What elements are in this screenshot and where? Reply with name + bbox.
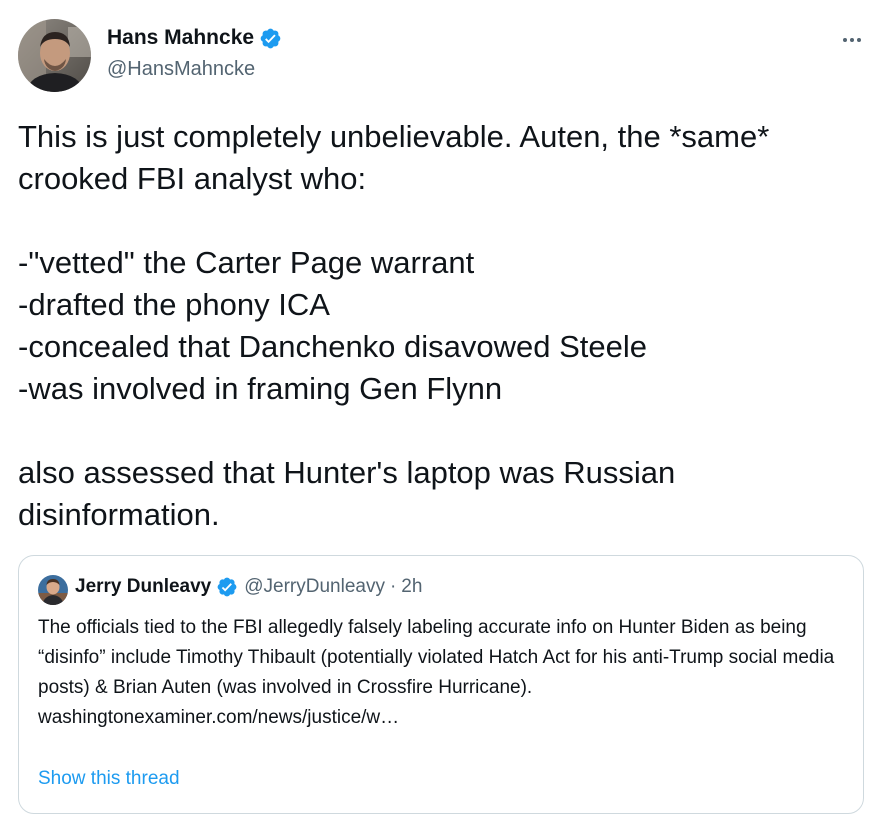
quoted-author-name[interactable]: Jerry Dunleavy (75, 576, 211, 598)
author-name-row[interactable]: Hans Mahncke (107, 26, 282, 50)
quoted-tweet-text: The officials tied to the FBI allegedly … (38, 617, 835, 698)
quoted-tweet-timestamp[interactable]: 2h (401, 576, 422, 598)
quoted-tweet-header: Jerry Dunleavy @JerryDunleavy · 2h (75, 576, 422, 598)
header-separator: · (389, 576, 397, 597)
avatar-photo-icon (18, 19, 91, 92)
more-horizontal-icon (843, 38, 847, 42)
author-name[interactable]: Hans Mahncke (107, 26, 254, 50)
verified-badge-icon (259, 27, 282, 50)
author-handle[interactable]: @HansMahncke (107, 58, 255, 81)
tweet: Hans Mahncke @HansMahncke This is just c… (0, 0, 877, 823)
quoted-tweet-body: The officials tied to the FBI allegedly … (38, 613, 853, 733)
show-thread-link[interactable]: Show this thread (38, 768, 180, 790)
quoted-author-avatar[interactable] (38, 575, 68, 605)
tweet-text: This is just completely unbelievable. Au… (18, 119, 770, 532)
quoted-author-handle[interactable]: @JerryDunleavy (244, 576, 385, 598)
author-avatar[interactable] (18, 19, 91, 92)
more-options-button[interactable] (836, 30, 868, 50)
verified-badge-icon (216, 576, 238, 598)
quoted-tweet-link[interactable]: washingtonexaminer.com/news/justice/w… (38, 703, 853, 733)
avatar-photo-icon (38, 575, 68, 605)
quoted-tweet-card[interactable]: Jerry Dunleavy @JerryDunleavy · 2h The o… (18, 555, 864, 814)
